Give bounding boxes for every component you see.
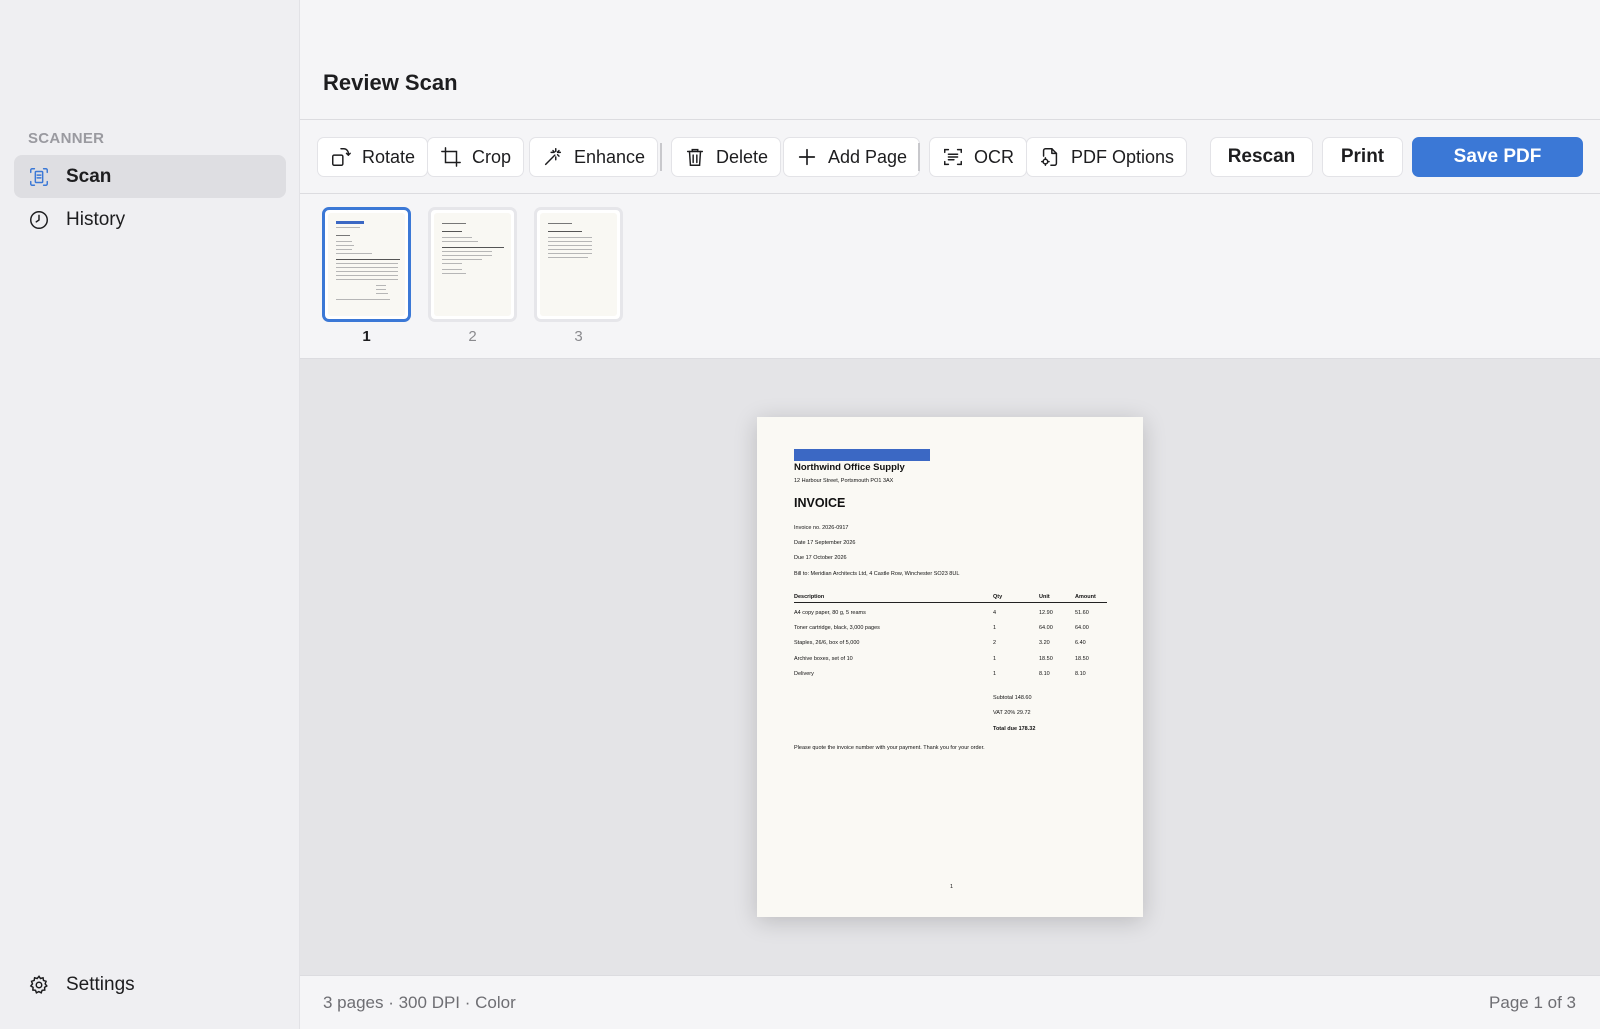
document-company: Northwind Office Supply [794,462,905,473]
status-bar: 3 pages · 300 DPI · Color Page 1 of 3 [300,975,1600,1029]
cell-qty: 1 [993,671,997,677]
rotate-icon [332,148,351,166]
vat: VAT 20% 29.72 [993,710,1031,716]
ocr-button[interactable]: OCR [929,137,1027,177]
crop-icon [441,147,461,167]
toolbar-divider [918,143,920,171]
page-thumbnail-1[interactable] [322,207,411,322]
page-indicator: Page 1 of 3 [1489,993,1576,1012]
cell-description: Archive boxes, set of 10 [794,656,853,662]
gear-icon [28,974,50,996]
cell-amount: 18.50 [1075,656,1089,662]
document-settings-icon [1041,148,1058,166]
page-title: Review Scan [323,70,458,95]
invoice-due: Due 17 October 2026 [794,555,847,561]
cell-amount: 6.40 [1075,640,1086,646]
cell-amount: 8.10 [1075,671,1086,677]
cell-amount: 51.60 [1075,610,1089,616]
document-title: INVOICE [794,496,846,510]
sidebar-item-scan[interactable]: Scan [14,155,286,198]
cell-unit: 12.90 [1039,610,1053,616]
delete-button[interactable]: Delete [671,137,782,177]
plus-icon [798,148,816,166]
cell-unit: 64.00 [1039,625,1053,631]
sidebar-item-label: History [66,208,126,230]
pdf-options-label: PDF Options [1071,146,1175,167]
scan-icon [28,166,50,188]
pdf-options-button[interactable]: PDF Options [1026,137,1188,177]
subtotal: Subtotal 148.60 [993,695,1032,701]
invoice-number: Invoice no. 2026-0917 [794,525,849,531]
crop-button[interactable]: Crop [427,137,525,177]
ocr-label: OCR [974,146,1014,167]
print-button[interactable]: Print [1322,137,1403,177]
toolbar: Rotate Crop Enhance Delete Add Page OCR … [300,120,1600,194]
column-header: Description [794,594,825,600]
cell-unit: 3.20 [1039,640,1050,646]
sidebar: SCANNER Scan History Settings [0,0,300,1029]
rescan-button[interactable]: Rescan [1210,137,1313,177]
cell-description: Toner cartridge, black, 3,000 pages [794,625,880,631]
cell-qty: 1 [993,656,997,662]
cell-qty: 1 [993,625,997,631]
page-thumbnail-3[interactable] [534,207,623,322]
rotate-button[interactable]: Rotate [317,137,429,177]
enhance-label: Enhance [574,146,646,167]
rotate-label: Rotate [362,146,416,167]
magic-wand-icon [544,148,562,166]
cell-unit: 8.10 [1039,671,1050,677]
sidebar-item-settings[interactable]: Settings [28,974,135,996]
column-header: Unit [1039,594,1050,600]
document-page-number: 1 [950,884,954,890]
total-due: Total due 178.32 [993,726,1036,732]
thumbnail-number: 3 [574,328,583,345]
document-footer-note: Please quote the invoice number with you… [794,745,985,751]
page-preview-area: Northwind Office Supply 12 Harbour Stree… [300,359,1600,975]
crop-label: Crop [472,146,512,167]
save-pdf-button[interactable]: Save PDF [1412,137,1583,177]
cell-description: A4 copy paper, 80 g, 5 reams [794,610,866,616]
column-header: Qty [993,594,1003,600]
page-thumbnail-2[interactable] [428,207,517,322]
clock-icon [28,209,50,231]
cell-description: Delivery [794,671,814,677]
cell-qty: 4 [993,610,997,616]
cell-amount: 64.00 [1075,625,1089,631]
thumbnail-strip: 1 2 3 [300,194,1600,359]
trash-icon [686,148,704,166]
cell-qty: 2 [993,640,997,646]
scanned-page: Northwind Office Supply 12 Harbour Stree… [757,417,1143,917]
add-page-button[interactable]: Add Page [783,137,921,177]
title-bar: Review Scan [300,0,1600,120]
cell-unit: 18.50 [1039,656,1053,662]
invoice-date: Date 17 September 2026 [794,540,856,546]
add-page-label: Add Page [828,146,908,167]
document-address: 12 Harbour Street, Portsmouth PO1 3AX [794,478,894,484]
sidebar-item-label: Scan [66,165,112,187]
enhance-button[interactable]: Enhance [529,137,659,177]
scan-info: 3 pages · 300 DPI · Color [323,993,516,1012]
thumbnail-number: 2 [468,328,477,345]
sidebar-item-history[interactable]: History [14,198,286,241]
brand-bar [794,449,930,461]
column-header: Amount [1075,594,1096,600]
sidebar-section-title: SCANNER [28,130,105,147]
table-rule [794,602,1107,603]
toolbar-divider [660,143,662,171]
cell-description: Staples, 26/6, box of 5,000 [794,640,860,646]
main-area: Review Scan Rotate Crop Enhance Delete A… [300,0,1600,1029]
invoice-bill-to: Bill to: Meridian Architects Ltd, 4 Cast… [794,571,960,577]
text-recognition-icon [944,148,962,166]
settings-label: Settings [66,974,135,995]
thumbnail-number: 1 [362,328,371,345]
delete-label: Delete [716,146,769,167]
